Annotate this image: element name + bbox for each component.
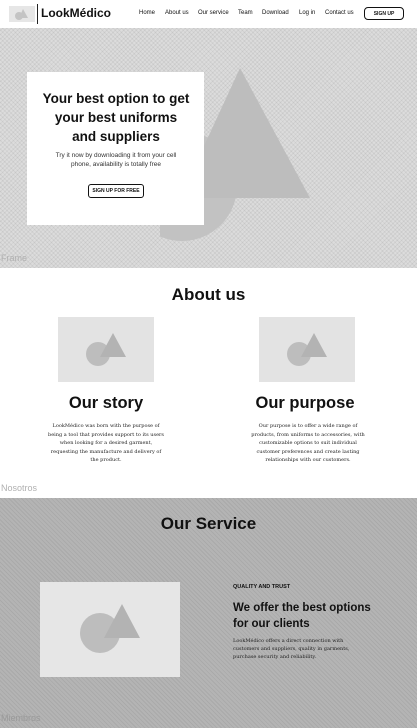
service-heading: We offer the best options for our client… <box>233 602 371 630</box>
hero-card: Your best option to get your best unifor… <box>27 72 204 225</box>
nosotros-label: Nosotros <box>1 483 38 493</box>
signup-button[interactable]: SIGN UP <box>364 7 404 20</box>
service-image <box>40 582 180 677</box>
service-section: Our Service QUALITY AND TRUST We offer t… <box>0 498 417 728</box>
about-section: About us Our story Our purpose LookMédic… <box>0 268 417 498</box>
purpose-text: Our purpose is to offer a wide range of … <box>251 423 365 463</box>
miembros-label: Miembros <box>1 713 41 723</box>
frame-label: Frame <box>1 253 28 263</box>
nav-link-our-service[interactable]: Our service <box>198 10 229 16</box>
top-navbar: LookMédico Home About us Our service Tea… <box>0 0 417 28</box>
hero-title: Your best option to get your best unifor… <box>42 91 190 144</box>
story-text: LookMédico was born with the purpose of … <box>48 423 164 463</box>
signup-free-button[interactable]: SIGN UP FOR FREE <box>88 184 144 198</box>
service-kicker: QUALITY AND TRUST <box>233 584 291 590</box>
purpose-image <box>259 317 355 382</box>
nav-link-about-us[interactable]: About us <box>165 10 189 16</box>
story-title: Our story <box>68 394 144 412</box>
image-placeholder-icon <box>287 333 327 366</box>
image-placeholder-icon <box>86 333 126 366</box>
nav-link-log-in[interactable]: Log in <box>299 10 315 16</box>
service-text: LookMédico offers a direct connection wi… <box>233 638 350 661</box>
nav-link-home[interactable]: Home <box>139 10 155 16</box>
nav-link-download[interactable]: Download <box>262 10 289 16</box>
image-placeholder-icon <box>80 604 140 653</box>
hero-subtitle: Try it now by downloading it from your c… <box>55 152 177 168</box>
nav-link-contact-us[interactable]: Contact us <box>325 10 354 16</box>
about-title: About us <box>171 285 246 304</box>
logo-image[interactable] <box>9 6 35 22</box>
service-title: Our Service <box>160 514 257 533</box>
hero-section: Your best option to get your best unifor… <box>0 28 417 268</box>
nav-link-team[interactable]: Team <box>238 10 253 16</box>
logo-placeholder-icon <box>15 9 28 20</box>
brand-name[interactable]: LookMédico <box>41 6 111 20</box>
story-image <box>58 317 154 382</box>
logo-divider <box>37 4 38 24</box>
purpose-title: Our purpose <box>255 394 355 412</box>
